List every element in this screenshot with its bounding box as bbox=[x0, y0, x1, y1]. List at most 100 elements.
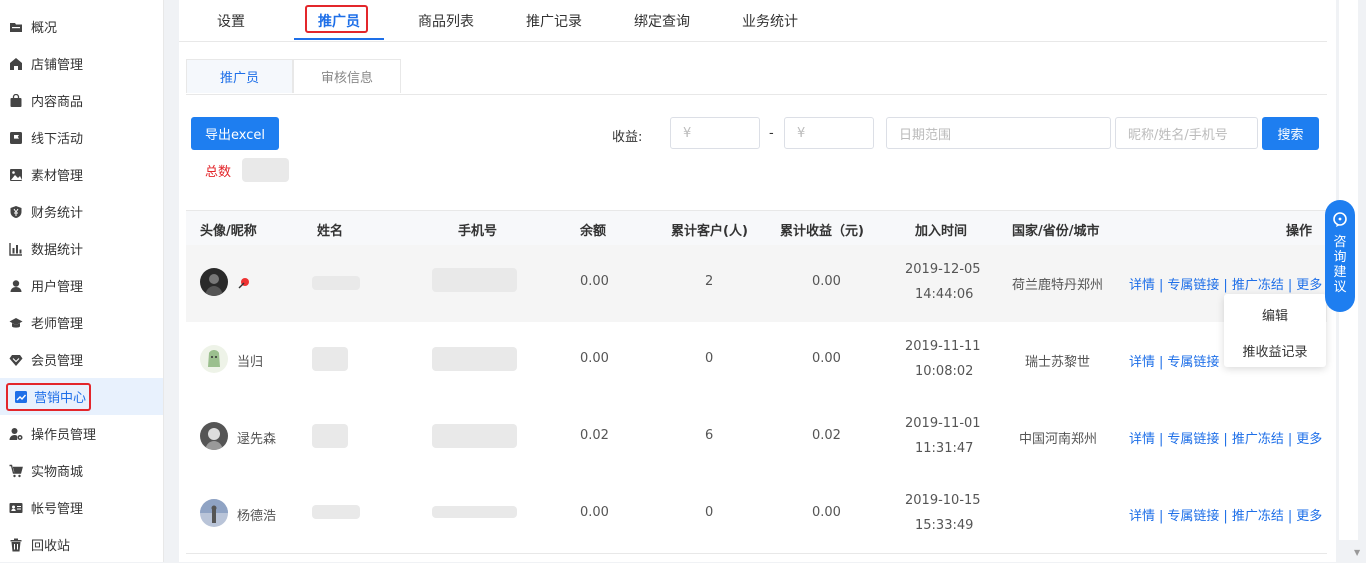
col-balance: 余额 bbox=[580, 224, 607, 239]
table-row: 当归 0.00 0 0.00 2019-11-11 10:08:02 瑞士苏黎世… bbox=[186, 322, 1327, 400]
active-tab-underline bbox=[294, 38, 384, 40]
tab-binding-query[interactable]: 绑定查询 bbox=[634, 11, 690, 31]
date-range-input[interactable]: 日期范围 bbox=[886, 117, 1111, 149]
action-separator: | bbox=[1223, 278, 1228, 293]
detail-link[interactable]: 详情 bbox=[1129, 278, 1155, 293]
trash-icon bbox=[10, 538, 22, 551]
search-button[interactable]: 搜索 bbox=[1262, 117, 1319, 150]
action-separator: | bbox=[1287, 432, 1293, 447]
action-separator: | bbox=[1159, 509, 1164, 524]
scroll-down-arrow-icon[interactable]: ▼ bbox=[1354, 548, 1360, 557]
nickname-emoji-icon bbox=[238, 278, 249, 289]
region-value: 荷兰鹿特丹郑州 bbox=[1012, 278, 1104, 293]
income-max-input[interactable]: ¥ bbox=[784, 117, 874, 149]
detail-link[interactable]: 详情 bbox=[1129, 509, 1155, 524]
avatar bbox=[200, 268, 228, 296]
region-value: 中国河南郑州 bbox=[1019, 432, 1098, 447]
sidebar-item-shop[interactable]: 实物商城 bbox=[0, 452, 163, 489]
region-value: 瑞士苏黎世 bbox=[1025, 355, 1091, 370]
more-link[interactable]: 更多 bbox=[1296, 278, 1322, 293]
tab-promotion-records[interactable]: 推广记录 bbox=[526, 11, 582, 31]
phone-redacted bbox=[432, 268, 517, 292]
sidebar-item-recycle[interactable]: 回收站 bbox=[0, 526, 163, 563]
name-redacted bbox=[312, 424, 348, 448]
tab-product-list[interactable]: 商品列表 bbox=[418, 11, 474, 31]
sidebar-item-offline[interactable]: 线下活动 bbox=[0, 119, 163, 156]
id-card-icon bbox=[9, 502, 23, 513]
sidebar-item-material[interactable]: 素材管理 bbox=[0, 156, 163, 193]
balance-value: 0.00 bbox=[580, 351, 609, 366]
chat-icon bbox=[1333, 212, 1347, 227]
main-content: 设置 推广员 商品列表 推广记录 绑定查询 业务统计 推广员 审核信息 导出ex… bbox=[179, 0, 1336, 562]
avatar bbox=[200, 499, 228, 527]
join-date: 2019-11-01 bbox=[905, 416, 981, 431]
tab-settings[interactable]: 设置 bbox=[217, 11, 245, 31]
sidebar-item-store[interactable]: 店铺管理 bbox=[0, 45, 163, 82]
table-row: 逯先森 0.02 6 0.02 2019-11-01 11:31:47 中国河南… bbox=[186, 399, 1327, 477]
promoters-highlight-box bbox=[305, 5, 368, 33]
exclusive-link[interactable]: 专属链接 bbox=[1167, 509, 1219, 524]
col-region: 国家/省份/城市 bbox=[1012, 224, 1100, 239]
top-tab-bar: 设置 推广员 商品列表 推广记录 绑定查询 业务统计 bbox=[179, 0, 1327, 42]
image-icon bbox=[10, 168, 22, 181]
sidebar-item-overview[interactable]: 概况 bbox=[0, 8, 163, 45]
phone-redacted bbox=[432, 506, 517, 518]
sidebar-item-data[interactable]: 数据统计 bbox=[0, 230, 163, 267]
feedback-float-button[interactable]: 咨 询 建 议 bbox=[1325, 200, 1355, 312]
more-dropdown-menu: 编辑 推收益记录 bbox=[1224, 294, 1326, 367]
join-time: 14:44:06 bbox=[915, 287, 974, 302]
action-separator: | bbox=[1223, 509, 1228, 524]
detail-link[interactable]: 详情 bbox=[1129, 355, 1155, 370]
exclusive-link[interactable]: 专属链接 bbox=[1167, 278, 1219, 293]
freeze-link[interactable]: 推广冻结 bbox=[1232, 509, 1284, 524]
keyword-search-input[interactable]: 昵称/姓名/手机号 bbox=[1115, 117, 1258, 149]
income-value: 0.00 bbox=[812, 351, 841, 366]
freeze-link[interactable]: 推广冻结 bbox=[1232, 432, 1284, 447]
marketing-highlight-box bbox=[6, 383, 91, 411]
freeze-link[interactable]: 推广冻结 bbox=[1232, 278, 1284, 293]
exclusive-link[interactable]: 专属链接 bbox=[1167, 432, 1219, 447]
flag-icon bbox=[10, 131, 22, 144]
customers-value: 6 bbox=[705, 428, 714, 443]
table-row: 0.00 2 0.00 2019-12-05 14:44:06 荷兰鹿特丹郑州 … bbox=[186, 245, 1327, 323]
diamond-icon bbox=[9, 354, 23, 366]
action-separator: | bbox=[1159, 432, 1164, 447]
subtab-promoters[interactable]: 推广员 bbox=[186, 59, 293, 93]
sidebar-item-operators[interactable]: 操作员管理 bbox=[0, 415, 163, 452]
sidebar-item-members[interactable]: 会员管理 bbox=[0, 341, 163, 378]
sidebar-item-teachers[interactable]: 老师管理 bbox=[0, 304, 163, 341]
menu-item-income-records[interactable]: 推收益记录 bbox=[1224, 341, 1326, 360]
menu-item-edit[interactable]: 编辑 bbox=[1224, 305, 1326, 324]
sub-tab-bar: 推广员 审核信息 bbox=[186, 59, 1327, 95]
income-min-input[interactable]: ¥ bbox=[670, 117, 760, 149]
export-excel-button[interactable]: 导出excel bbox=[191, 117, 279, 150]
table-header: 头像/昵称 姓名 手机号 余额 累计客户(人) 累计收益（元) 加入时间 国家/… bbox=[186, 210, 1327, 247]
more-link[interactable]: 更多 bbox=[1296, 509, 1322, 524]
customers-value: 0 bbox=[705, 505, 714, 520]
col-actions: 操作 bbox=[1286, 224, 1313, 239]
nickname: 杨德浩 bbox=[237, 509, 277, 524]
more-link[interactable]: 更多 bbox=[1296, 432, 1322, 447]
row-actions: 详情 | 专属链接 | 推广冻结 | 更多 bbox=[1129, 505, 1322, 524]
name-redacted bbox=[312, 505, 360, 519]
action-separator: | bbox=[1159, 278, 1164, 293]
table-row: 杨德浩 0.00 0 0.00 2019-10-15 15:33:49 详情 | 专… bbox=[186, 476, 1327, 554]
subtab-review-info[interactable]: 审核信息 bbox=[293, 59, 401, 93]
sidebar-item-finance[interactable]: 财务统计 bbox=[0, 193, 163, 230]
name-redacted bbox=[312, 276, 360, 290]
sidebar-item-content[interactable]: 内容商品 bbox=[0, 82, 163, 119]
join-date: 2019-12-05 bbox=[905, 262, 981, 277]
home-icon bbox=[10, 57, 22, 70]
user-gear-icon bbox=[9, 427, 23, 440]
sidebar-item-users[interactable]: 用户管理 bbox=[0, 267, 163, 304]
col-name: 姓名 bbox=[317, 224, 344, 239]
graduation-cap-icon bbox=[9, 317, 23, 328]
avatar bbox=[200, 345, 228, 373]
tab-business-stats[interactable]: 业务统计 bbox=[742, 11, 798, 31]
phone-redacted bbox=[432, 347, 517, 371]
detail-link[interactable]: 详情 bbox=[1129, 432, 1155, 447]
customers-value: 0 bbox=[705, 351, 714, 366]
sidebar-item-accounts[interactable]: 帐号管理 bbox=[0, 489, 163, 526]
cart-icon bbox=[9, 464, 23, 477]
exclusive-link[interactable]: 专属链接 bbox=[1167, 355, 1219, 370]
